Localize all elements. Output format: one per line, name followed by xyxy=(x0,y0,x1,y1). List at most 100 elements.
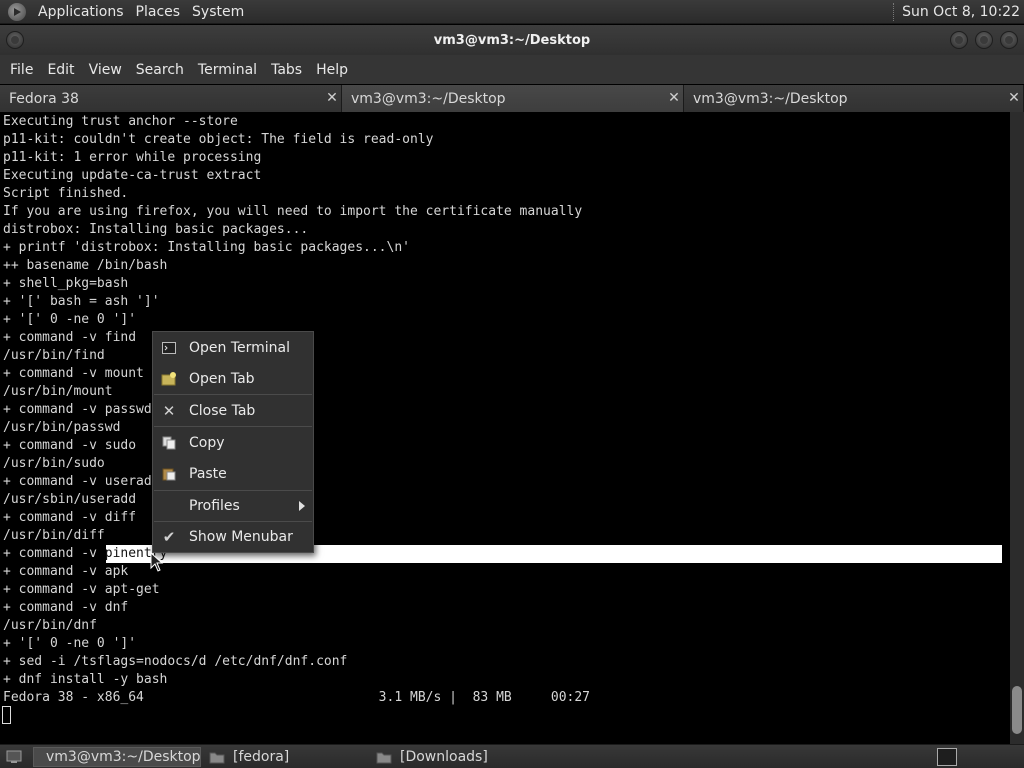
folder-icon xyxy=(209,752,225,764)
desktop-icon xyxy=(6,750,22,763)
window-menu-button[interactable] xyxy=(6,31,24,49)
context-menu: Open Terminal Open Tab ✕ Close Tab Copy … xyxy=(152,331,314,553)
taskbar-item-terminal[interactable]: vm3@vm3:~/Desktop xyxy=(33,747,201,767)
submenu-arrow-icon xyxy=(299,501,305,511)
terminal-line: + command -v apk xyxy=(3,564,129,579)
terminal-line: + printf 'distrobox: Installing basic pa… xyxy=(3,240,410,255)
tab-desktop-active[interactable]: vm3@vm3:~/Desktop ✕ xyxy=(342,85,684,112)
terminal-line-selected: + command -v pinentry xyxy=(3,545,167,563)
menu-paste[interactable]: Paste xyxy=(153,459,313,489)
terminal-line: Executing update-ca-trust extract xyxy=(3,168,262,183)
terminal-cursor xyxy=(2,706,11,724)
terminal-line: /usr/bin/sudo xyxy=(3,456,105,471)
terminal-line: + command -v diff xyxy=(3,510,137,525)
terminal-line: p11-kit: 1 error while processing xyxy=(3,150,262,165)
paste-icon xyxy=(161,466,177,482)
top-panel: Applications Places System Sun Oct 8, 10… xyxy=(0,0,1024,24)
menu-search[interactable]: Search xyxy=(129,62,191,78)
checkmark-icon: ✔ xyxy=(162,528,176,546)
terminal-line: + '[' 0 -ne 0 ']' xyxy=(3,312,137,327)
menu-item-label: Copy xyxy=(189,435,225,451)
tab-close-icon[interactable]: ✕ xyxy=(1007,90,1021,106)
menu-help[interactable]: Help xyxy=(309,62,355,78)
menu-tabs[interactable]: Tabs xyxy=(264,62,309,78)
menu-view[interactable]: View xyxy=(82,62,129,78)
maximize-button[interactable] xyxy=(975,31,993,49)
panel-drag-handle[interactable] xyxy=(893,2,896,21)
terminal-line: + command -v passwd xyxy=(3,402,152,417)
terminal-line: + sed -i /tsflags=nodocs/d /etc/dnf/dnf.… xyxy=(3,654,348,669)
tab-close-icon[interactable]: ✕ xyxy=(667,90,681,106)
menu-open-terminal[interactable]: Open Terminal xyxy=(153,333,313,363)
menu-close-tab[interactable]: ✕ Close Tab xyxy=(153,396,313,426)
menu-terminal[interactable]: Terminal xyxy=(191,62,264,78)
menu-edit[interactable]: Edit xyxy=(40,62,81,78)
mouse-pointer-icon xyxy=(150,552,164,572)
terminal-line: ++ basename /bin/bash xyxy=(3,258,168,273)
menu-item-label: Open Tab xyxy=(189,371,255,387)
new-tab-icon xyxy=(161,371,177,387)
taskbar-item-fedora[interactable]: [fedora] xyxy=(205,747,365,767)
fedora-logo-icon[interactable] xyxy=(8,2,26,21)
terminal-line: + command -v useradd xyxy=(3,474,160,489)
show-desktop-button[interactable] xyxy=(2,747,24,767)
tab-label: vm3@vm3:~/Desktop xyxy=(351,90,506,107)
terminal-line: Fedora 38 - x86_64 3.1 MB/s | 83 MB 00:2… xyxy=(3,690,590,705)
menu-show-menubar[interactable]: ✔ Show Menubar xyxy=(153,522,313,552)
tab-bar: Fedora 38 ✕ vm3@vm3:~/Desktop ✕ vm3@vm3:… xyxy=(0,85,1024,112)
menu-open-tab[interactable]: Open Tab xyxy=(153,364,313,394)
scrollbar-thumb[interactable] xyxy=(1012,686,1022,734)
terminal-line: Executing trust anchor --store xyxy=(3,114,238,129)
menu-item-label: Close Tab xyxy=(189,403,256,419)
tab-close-icon[interactable]: ✕ xyxy=(325,90,339,106)
terminal-line: distrobox: Installing basic packages... xyxy=(3,222,309,237)
terminal-line: + command -v apt-get xyxy=(3,582,160,597)
terminal-line: /usr/bin/find xyxy=(3,348,105,363)
window-title-bar[interactable]: vm3@vm3:~/Desktop xyxy=(0,25,1024,55)
terminal-line: + command -v sudo xyxy=(3,438,137,453)
terminal-line: Script finished. xyxy=(3,186,129,201)
terminal-line: If you are using firefox, you will need … xyxy=(3,204,583,219)
terminal-line: + command -v find xyxy=(3,330,137,345)
terminal-line: /usr/sbin/useradd xyxy=(3,492,137,507)
taskbar-label: [Downloads] xyxy=(400,749,488,765)
terminal-line: + '[' bash = ash ']' xyxy=(3,294,160,309)
taskbar-label: vm3@vm3:~/Desktop xyxy=(46,749,201,765)
command-prefix: + command -v xyxy=(3,546,105,561)
terminal-scrollbar[interactable] xyxy=(1010,112,1024,744)
terminal-line: + '[' 0 -ne 0 ']' xyxy=(3,636,137,651)
terminal-line: + dnf install -y bash xyxy=(3,672,168,687)
applications-menu[interactable]: Applications xyxy=(32,4,130,20)
window-title: vm3@vm3:~/Desktop xyxy=(433,32,591,48)
tab-fedora-38[interactable]: Fedora 38 ✕ xyxy=(0,85,342,112)
tab-desktop[interactable]: vm3@vm3:~/Desktop ✕ xyxy=(684,85,1024,112)
terminal-line: /usr/bin/diff xyxy=(3,528,105,543)
places-menu[interactable]: Places xyxy=(130,4,187,20)
close-icon: ✕ xyxy=(162,402,176,420)
terminal-icon xyxy=(161,340,177,356)
workspace-switcher-icon[interactable] xyxy=(937,748,957,766)
minimize-button[interactable] xyxy=(950,31,968,49)
tab-label: Fedora 38 xyxy=(9,90,79,107)
clock[interactable]: Sun Oct 8, 10:22 xyxy=(902,4,1020,20)
menu-file[interactable]: File xyxy=(3,62,40,78)
taskbar-item-downloads[interactable]: [Downloads] xyxy=(372,747,552,767)
menu-item-label: Open Terminal xyxy=(189,340,291,356)
menu-item-label: Profiles xyxy=(189,498,240,514)
terminal-line: p11-kit: couldn't create object: The fie… xyxy=(3,132,434,147)
terminal-line: + command -v mount xyxy=(3,366,144,381)
folder-icon xyxy=(376,752,392,764)
close-window-button[interactable] xyxy=(1000,31,1018,49)
tab-label: vm3@vm3:~/Desktop xyxy=(693,90,848,107)
terminal-line: /usr/bin/passwd xyxy=(3,420,121,435)
menu-profiles[interactable]: Profiles xyxy=(153,491,313,521)
terminal-line: + shell_pkg=bash xyxy=(3,276,129,291)
menu-copy[interactable]: Copy xyxy=(153,428,313,458)
blank-icon xyxy=(161,498,177,514)
system-menu[interactable]: System xyxy=(186,4,250,20)
menu-item-label: Paste xyxy=(189,466,227,482)
menu-separator xyxy=(154,426,312,427)
bottom-taskbar: vm3@vm3:~/Desktop [fedora] [Downloads] xyxy=(0,744,1024,768)
copy-icon xyxy=(161,435,177,451)
menu-separator xyxy=(154,394,312,395)
